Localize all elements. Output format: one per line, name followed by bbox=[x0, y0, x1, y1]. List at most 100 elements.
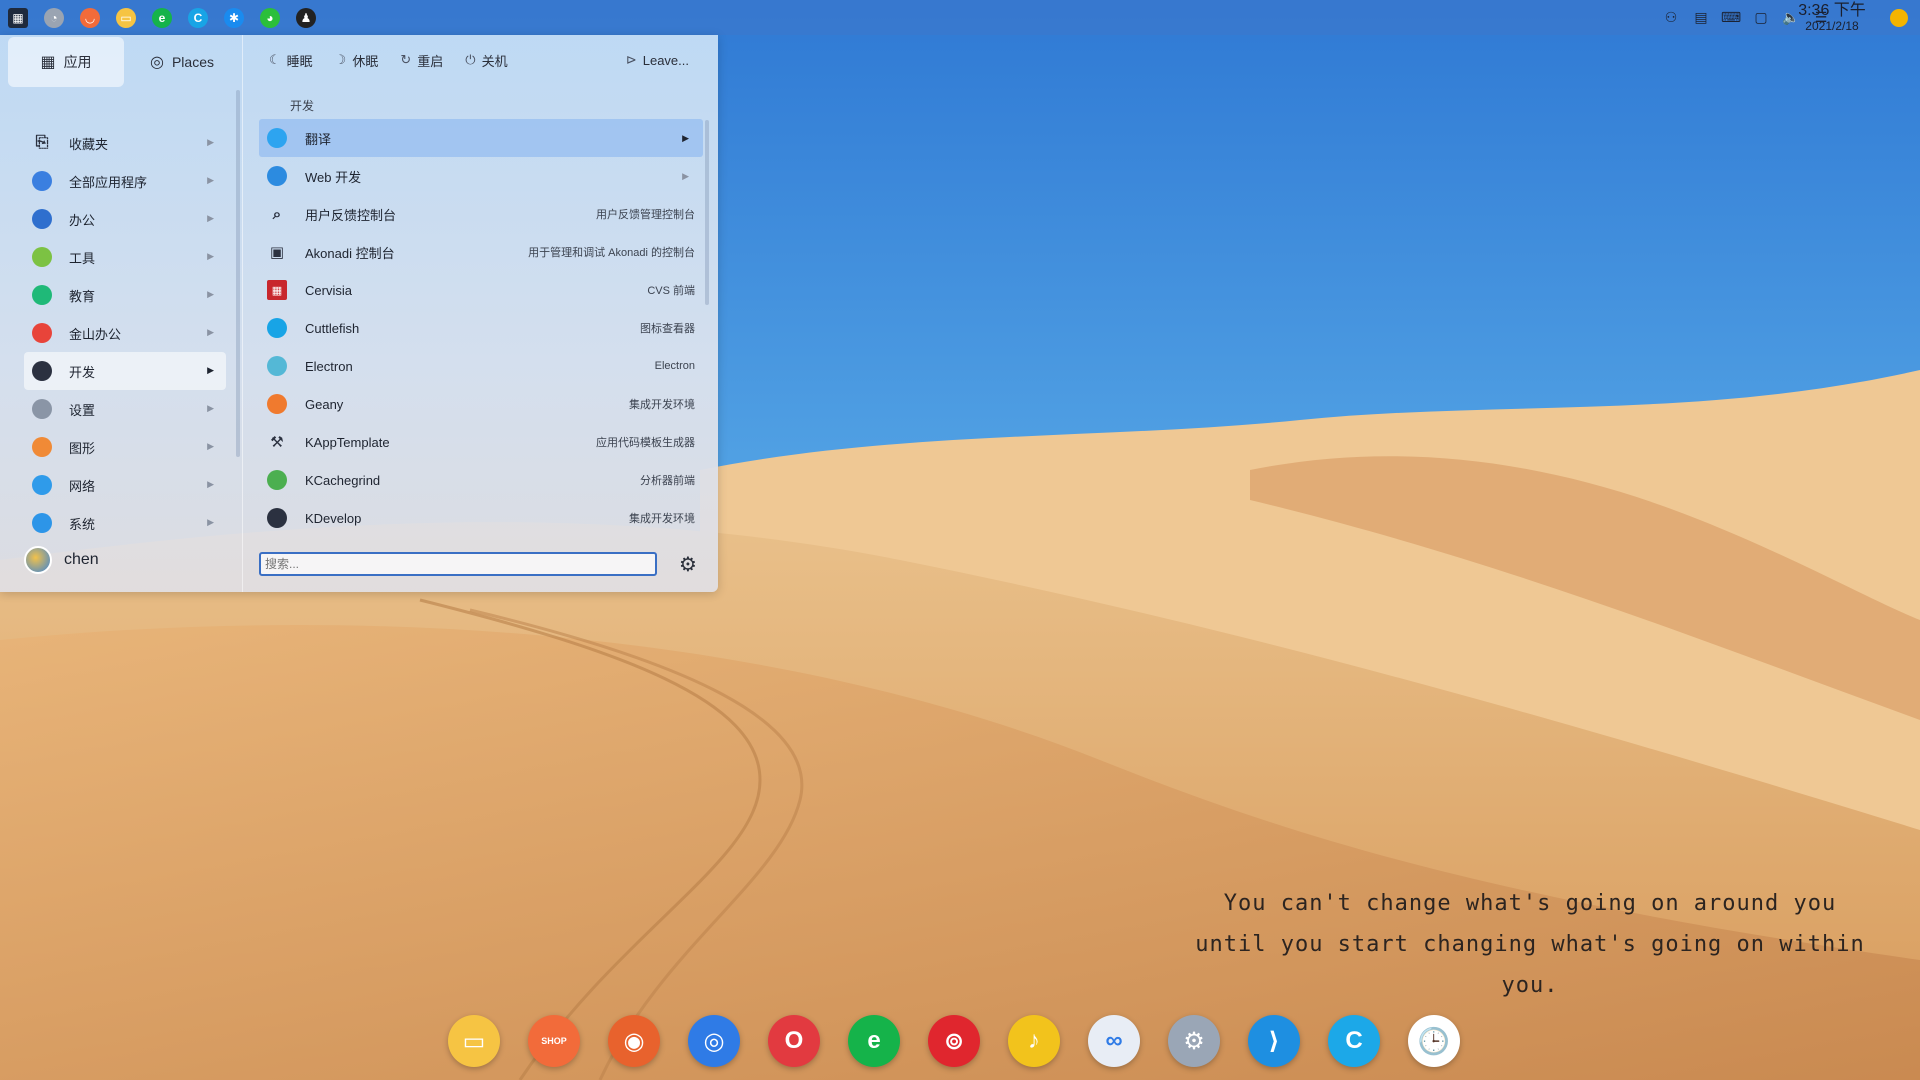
chevron-right-icon: ▶ bbox=[207, 479, 214, 489]
chevron-right-icon: ▶ bbox=[682, 132, 689, 143]
panel-app-files[interactable]: ▭ bbox=[108, 0, 144, 35]
folder-icon: ▭ bbox=[116, 7, 136, 28]
app-item[interactable]: 翻译 ▶ bbox=[259, 119, 703, 157]
tab-places[interactable]: ◎ Places bbox=[124, 37, 240, 87]
sidebar-item-8[interactable]: 图形 ▶ bbox=[24, 428, 226, 466]
app-name: Electron bbox=[305, 358, 353, 374]
folder-icon[interactable]: ▭ bbox=[448, 1015, 500, 1067]
bookmark-icon: ⎘ bbox=[35, 134, 49, 151]
chevron-right-icon: ▶ bbox=[207, 213, 214, 223]
tab-apps[interactable]: ▦ 应用 bbox=[8, 37, 124, 87]
app-item[interactable]: Cuttlefish 图标查看器 bbox=[259, 309, 703, 347]
sidebar-item-9[interactable]: 网络 ▶ bbox=[24, 466, 226, 504]
sidebar-item-3[interactable]: 工具 ▶ bbox=[24, 238, 226, 276]
firefox-icon[interactable]: ◉ bbox=[608, 1015, 660, 1067]
panel-app-launchers: ▦ ◔ ◡ ▭ e C ✱ ◕ ♟ bbox=[0, 0, 324, 35]
sidebar-item-label: 网络 bbox=[69, 478, 96, 494]
avatar[interactable] bbox=[24, 546, 52, 574]
user-switch-icon[interactable]: ⚇ bbox=[1662, 9, 1680, 27]
shop-bag-icon[interactable]: SHOP bbox=[528, 1015, 580, 1067]
panel-app-qq[interactable]: ♟ bbox=[288, 0, 324, 35]
panel-app-system-monitor[interactable]: ◔ bbox=[36, 0, 72, 35]
cuttlefish-icon bbox=[267, 318, 287, 338]
clock-date: 2021/2/18 bbox=[1805, 19, 1859, 33]
section-title: 开发 bbox=[290, 99, 315, 113]
chevron-right-icon: ▶ bbox=[207, 175, 214, 185]
notification-icon[interactable] bbox=[1890, 9, 1908, 27]
grid-icon: ▦ bbox=[8, 7, 28, 28]
panel-app-feeds[interactable]: ✱ bbox=[216, 0, 252, 35]
power-button-2[interactable]: ↻ 重启 bbox=[400, 49, 443, 71]
category-scrollbar[interactable] bbox=[236, 90, 240, 457]
sidebar-item-0[interactable]: ⎘ 收藏夹 ▶ bbox=[24, 124, 226, 162]
search-icon: ⌕ bbox=[272, 205, 282, 223]
sidebar-item-6[interactable]: 开发 ▶ bbox=[24, 352, 226, 390]
c-icon[interactable]: C bbox=[1328, 1015, 1380, 1067]
app-item[interactable]: KDevelop 集成开发环境 bbox=[259, 499, 703, 537]
sidebar-item-label: 系统 bbox=[69, 516, 96, 532]
geany-icon bbox=[267, 394, 287, 414]
app-item[interactable]: ⚒ KAppTemplate 应用代码模板生成器 bbox=[259, 423, 703, 461]
app-item[interactable]: Geany 集成开发环境 bbox=[259, 385, 703, 423]
vscode-icon[interactable]: ⟩ bbox=[1248, 1015, 1300, 1067]
power-button-0[interactable]: ☾ 睡眠 bbox=[269, 49, 313, 71]
note-icon[interactable]: ♪ bbox=[1008, 1015, 1060, 1067]
sidebar-item-10[interactable]: 系统 ▶ bbox=[24, 504, 226, 542]
clock[interactable]: 3:36 下午 2021/2/18 bbox=[1792, 2, 1872, 33]
translate-icon bbox=[267, 128, 287, 148]
music-icon[interactable]: ⊚ bbox=[928, 1015, 980, 1067]
clipboard-icon[interactable]: ▤ bbox=[1692, 9, 1710, 27]
panel-app-wechat[interactable]: ◕ bbox=[252, 0, 288, 35]
app-item[interactable]: KCachegrind 分析器前端 bbox=[259, 461, 703, 499]
sidebar-item-2[interactable]: 办公 ▶ bbox=[24, 200, 226, 238]
app-item[interactable]: ▦ Cervisia CVS 前端 bbox=[259, 271, 703, 309]
moon-icon: ☾ bbox=[269, 52, 281, 67]
sidebar-item-5[interactable]: 金山办公 ▶ bbox=[24, 314, 226, 352]
power-label: 关机 bbox=[481, 53, 508, 69]
launcher-sidebar: ▦ 应用 ◎ Places ⎘ 收藏夹 ▶ 全部应用程序 ▶ 办公 ▶ 工具 ▶ 教育 ▶ 金山办公 ▶… bbox=[0, 35, 242, 592]
sidebar-item-4[interactable]: 教育 ▶ bbox=[24, 276, 226, 314]
leave-button[interactable]: ⊳ Leave... bbox=[626, 49, 689, 71]
clock-icon[interactable]: 🕒 bbox=[1408, 1015, 1460, 1067]
office-icon bbox=[32, 209, 52, 229]
panel-app-shop[interactable]: ◡ bbox=[72, 0, 108, 35]
panel-app-cuttlefish[interactable]: C bbox=[180, 0, 216, 35]
power-button-1[interactable]: ☽ 休眠 bbox=[335, 49, 379, 71]
launcher-tabs: ▦ 应用 ◎ Places bbox=[8, 37, 240, 87]
power-button-3[interactable]: ⏻ 关机 bbox=[465, 49, 507, 71]
chrome-icon[interactable]: ◎ bbox=[688, 1015, 740, 1067]
chevron-right-icon: ▶ bbox=[207, 441, 214, 451]
wallpaper-quote: You can't change what's going on around … bbox=[1160, 883, 1900, 1006]
keyboard-icon[interactable]: ⌨ bbox=[1721, 9, 1741, 27]
app-name: KDevelop bbox=[305, 510, 362, 526]
application-launcher: ▦ 应用 ◎ Places ⎘ 收藏夹 ▶ 全部应用程序 ▶ 办公 ▶ 工具 ▶ 教育 ▶ 金山办公 ▶… bbox=[0, 35, 718, 592]
app-item[interactable]: Electron Electron bbox=[259, 347, 703, 385]
app-item[interactable]: ⌕ 用户反馈控制台 用户反馈管理控制台 bbox=[259, 195, 703, 233]
sidebar-item-label: 图形 bbox=[69, 440, 96, 456]
sidebar-item-label: 金山办公 bbox=[69, 326, 122, 342]
panel-app-launcher[interactable]: ▦ bbox=[0, 0, 36, 35]
penguin-icon: ♟ bbox=[296, 7, 316, 28]
app-description: 集成开发环境 bbox=[629, 399, 695, 411]
app-list-scrollbar[interactable] bbox=[705, 120, 709, 305]
gear-icon[interactable]: ⚙ bbox=[1168, 1015, 1220, 1067]
chevron-right-icon: ▶ bbox=[207, 251, 214, 261]
search-input[interactable] bbox=[259, 552, 657, 576]
chevron-right-icon: ▶ bbox=[682, 170, 689, 181]
sidebar-item-7[interactable]: 设置 ▶ bbox=[24, 390, 226, 428]
gear-icon[interactable]: ⚙ bbox=[677, 552, 699, 576]
app-name: Geany bbox=[305, 396, 344, 412]
cloud-icon[interactable]: ∞ bbox=[1088, 1015, 1140, 1067]
opera-icon[interactable]: O bbox=[768, 1015, 820, 1067]
user-info[interactable]: chen bbox=[24, 546, 99, 574]
app-item[interactable]: Web 开发 ▶ bbox=[259, 157, 703, 195]
bag-icon: ◡ bbox=[80, 7, 100, 28]
sidebar-item-label: 设置 bbox=[69, 402, 96, 418]
settings-icon bbox=[32, 399, 52, 419]
sidebar-item-1[interactable]: 全部应用程序 ▶ bbox=[24, 162, 226, 200]
app-description: 分析器前端 bbox=[640, 475, 695, 487]
panel-app-browser-e[interactable]: e bbox=[144, 0, 180, 35]
device-icon[interactable]: ▢ bbox=[1752, 9, 1770, 27]
app-item[interactable]: ▣ Akonadi 控制台 用于管理和调试 Akonadi 的控制台 bbox=[259, 233, 703, 271]
edge-e-icon[interactable]: e bbox=[848, 1015, 900, 1067]
